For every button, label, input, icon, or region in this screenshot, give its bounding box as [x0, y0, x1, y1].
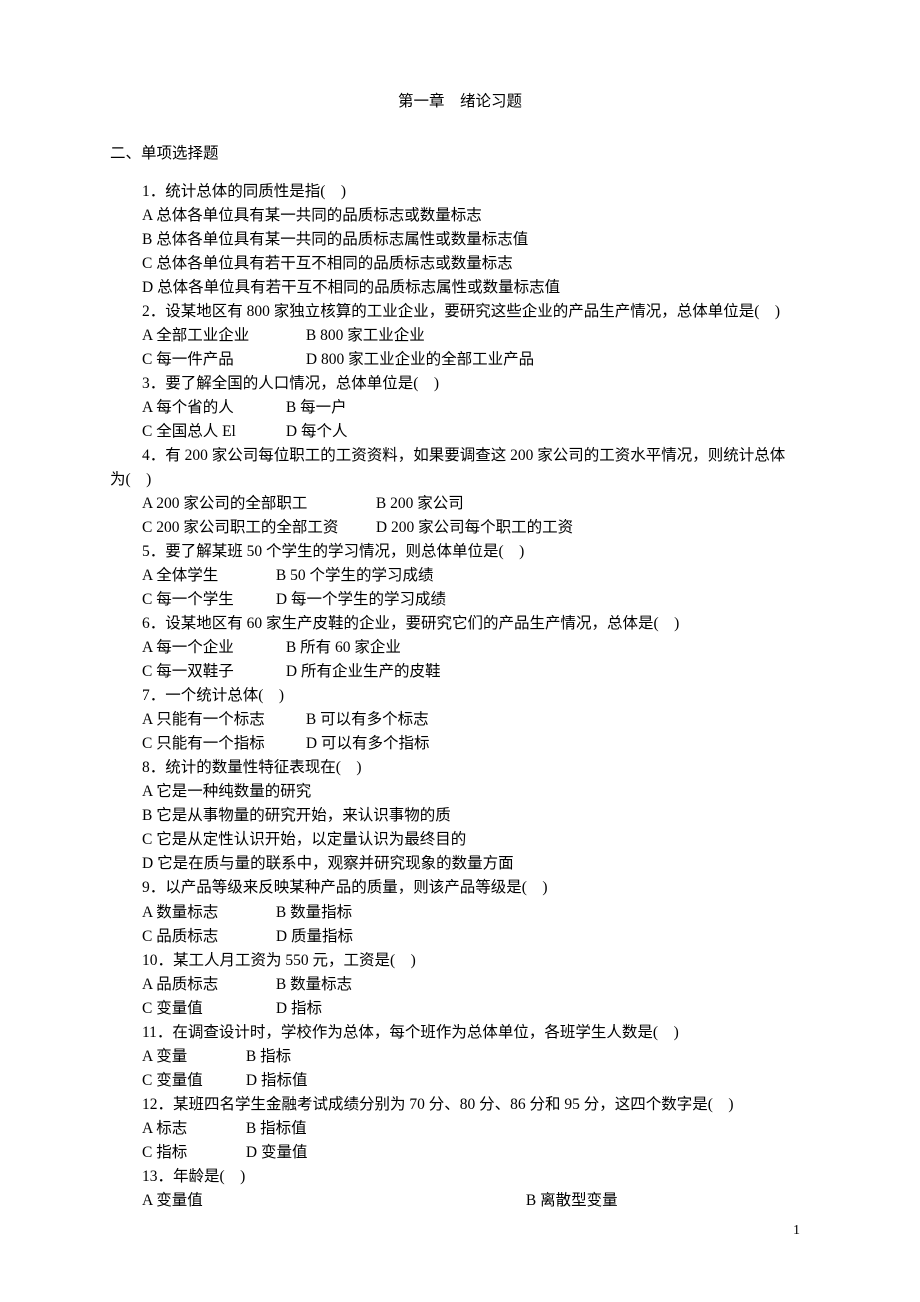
question-option: B 指标值 — [246, 1117, 307, 1141]
question-option: C 每一件产品 — [142, 348, 302, 372]
question-option: A 每一个企业 — [142, 636, 282, 660]
question-option: C 它是从定性认识开始，以定量认识为最终目的 — [142, 828, 810, 852]
question-option: D 所有企业生产的皮鞋 — [286, 660, 441, 684]
document-page: 第一章 绪论习题 二、单项选择题 1．统计总体的同质性是指( ) A 总体各单位… — [0, 0, 920, 1272]
question-stem: 9．以产品等级来反映某种产品的质量，则该产品等级是( ) — [142, 876, 810, 900]
question-option: B 800 家工业企业 — [306, 324, 425, 348]
question-stem: 4．有 200 家公司每位职工的工资资料，如果要调查这 200 家公司的工资水平… — [142, 444, 810, 468]
question-option: D 800 家工业企业的全部工业产品 — [306, 348, 534, 372]
question-option: D 质量指标 — [276, 925, 353, 949]
question-stem: 10．某工人月工资为 550 元，工资是( ) — [142, 949, 810, 973]
question-option: A 品质标志 — [142, 973, 272, 997]
question-stem: 12．某班四名学生金融考试成绩分别为 70 分、80 分、86 分和 95 分，… — [142, 1093, 810, 1117]
question-option-row: A 每一个企业 B 所有 60 家企业 — [142, 636, 810, 660]
question-option: B 它是从事物量的研究开始，来认识事物的质 — [142, 804, 810, 828]
question-stem: 8．统计的数量性特征表现在( ) — [142, 756, 810, 780]
question-list-cont: A 200 家公司的全部职工 B 200 家公司 C 200 家公司职工的全部工… — [110, 492, 810, 1212]
question-option-row: C 每一件产品 D 800 家工业企业的全部工业产品 — [142, 348, 810, 372]
question-option: C 全国总人 El — [142, 420, 282, 444]
question-option-row: C 每一个学生 D 每一个学生的学习成绩 — [142, 588, 810, 612]
question-option: A 变量 — [142, 1045, 242, 1069]
question-option-row: C 200 家公司职工的全部工资 D 200 家公司每个职工的工资 — [142, 516, 810, 540]
question-option: A 数量标志 — [142, 901, 272, 925]
question-option: A 全部工业企业 — [142, 324, 302, 348]
question-option-row: A 每个省的人 B 每一户 — [142, 396, 810, 420]
question-option: D 它是在质与量的联系中，观察并研究现象的数量方面 — [142, 852, 810, 876]
question-option: B 每一户 — [286, 396, 347, 420]
question-stem: 13．年龄是( ) — [142, 1165, 810, 1189]
question-option-row: A 全体学生 B 50 个学生的学习成绩 — [142, 564, 810, 588]
question-option-row: C 品质标志 D 质量指标 — [142, 925, 810, 949]
question-option: A 只能有一个标志 — [142, 708, 302, 732]
question-option-row: C 每一双鞋子 D 所有企业生产的皮鞋 — [142, 660, 810, 684]
question-stem: 6．设某地区有 60 家生产皮鞋的企业，要研究它们的产品生产情况，总体是( ) — [142, 612, 810, 636]
question-option: B 200 家公司 — [376, 492, 464, 516]
question-option: B 数量指标 — [276, 901, 352, 925]
question-stem: 1．统计总体的同质性是指( ) — [142, 180, 810, 204]
question-option: C 变量值 — [142, 1069, 242, 1093]
page-number: 1 — [793, 1220, 800, 1242]
question-option-row: A 品质标志 B 数量标志 — [142, 973, 810, 997]
question-option: C 每一个学生 — [142, 588, 272, 612]
question-option: A 标志 — [142, 1117, 242, 1141]
question-option: C 每一双鞋子 — [142, 660, 282, 684]
question-option: D 总体各单位具有若干互不相同的品质标志属性或数量标志值 — [142, 276, 810, 300]
question-option-row: A 200 家公司的全部职工 B 200 家公司 — [142, 492, 810, 516]
question-option-row: A 全部工业企业 B 800 家工业企业 — [142, 324, 810, 348]
question-option: D 可以有多个指标 — [306, 732, 430, 756]
question-list: 1．统计总体的同质性是指( ) A 总体各单位具有某一共同的品质标志或数量标志 … — [110, 180, 810, 468]
question-option: B 离散型变量 — [526, 1189, 618, 1213]
question-option-row: A 变量 B 指标 — [142, 1045, 810, 1069]
question-option-row: C 只能有一个指标 D 可以有多个指标 — [142, 732, 810, 756]
question-option: C 品质标志 — [142, 925, 272, 949]
section-heading: 二、单项选择题 — [110, 142, 810, 166]
question-stem-continuation: 为( ) — [110, 468, 810, 492]
question-option: C 指标 — [142, 1141, 242, 1165]
chapter-title: 第一章 绪论习题 — [110, 90, 810, 114]
question-stem: 7．一个统计总体( ) — [142, 684, 810, 708]
question-option: B 总体各单位具有某一共同的品质标志属性或数量标志值 — [142, 228, 810, 252]
question-option-row: C 全国总人 El D 每个人 — [142, 420, 810, 444]
question-option-row: A 只能有一个标志 B 可以有多个标志 — [142, 708, 810, 732]
question-stem: 11．在调查设计时，学校作为总体，每个班作为总体单位，各班学生人数是( ) — [142, 1021, 810, 1045]
question-stem: 3．要了解全国的人口情况，总体单位是( ) — [142, 372, 810, 396]
question-option-row: C 变量值 D 指标值 — [142, 1069, 810, 1093]
question-option: A 总体各单位具有某一共同的品质标志或数量标志 — [142, 204, 810, 228]
question-stem: 2．设某地区有 800 家独立核算的工业企业，要研究这些企业的产品生产情况，总体… — [142, 300, 810, 324]
question-option-row: A 数量标志 B 数量指标 — [142, 901, 810, 925]
question-option: A 每个省的人 — [142, 396, 282, 420]
question-option: A 变量值 — [142, 1189, 522, 1213]
question-option: C 只能有一个指标 — [142, 732, 302, 756]
question-option: D 指标 — [276, 997, 322, 1021]
question-option-row: A 标志 B 指标值 — [142, 1117, 810, 1141]
question-option: D 变量值 — [246, 1141, 308, 1165]
question-option: D 200 家公司每个职工的工资 — [376, 516, 573, 540]
question-option: D 每个人 — [286, 420, 348, 444]
question-option: B 可以有多个标志 — [306, 708, 429, 732]
question-option-row: C 指标 D 变量值 — [142, 1141, 810, 1165]
question-option: C 总体各单位具有若干互不相同的品质标志或数量标志 — [142, 252, 810, 276]
question-option: A 它是一种纯数量的研究 — [142, 780, 810, 804]
question-option: A 200 家公司的全部职工 — [142, 492, 372, 516]
question-stem: 5．要了解某班 50 个学生的学习情况，则总体单位是( ) — [142, 540, 810, 564]
question-option: B 50 个学生的学习成绩 — [276, 564, 434, 588]
question-option: C 变量值 — [142, 997, 272, 1021]
question-option: B 数量标志 — [276, 973, 352, 997]
question-option: A 全体学生 — [142, 564, 272, 588]
question-option-row: C 变量值 D 指标 — [142, 997, 810, 1021]
question-option-row: A 变量值 B 离散型变量 — [142, 1189, 810, 1213]
question-option: C 200 家公司职工的全部工资 — [142, 516, 372, 540]
question-option: D 指标值 — [246, 1069, 308, 1093]
question-option: B 所有 60 家企业 — [286, 636, 401, 660]
question-option: B 指标 — [246, 1045, 291, 1069]
question-option: D 每一个学生的学习成绩 — [276, 588, 446, 612]
